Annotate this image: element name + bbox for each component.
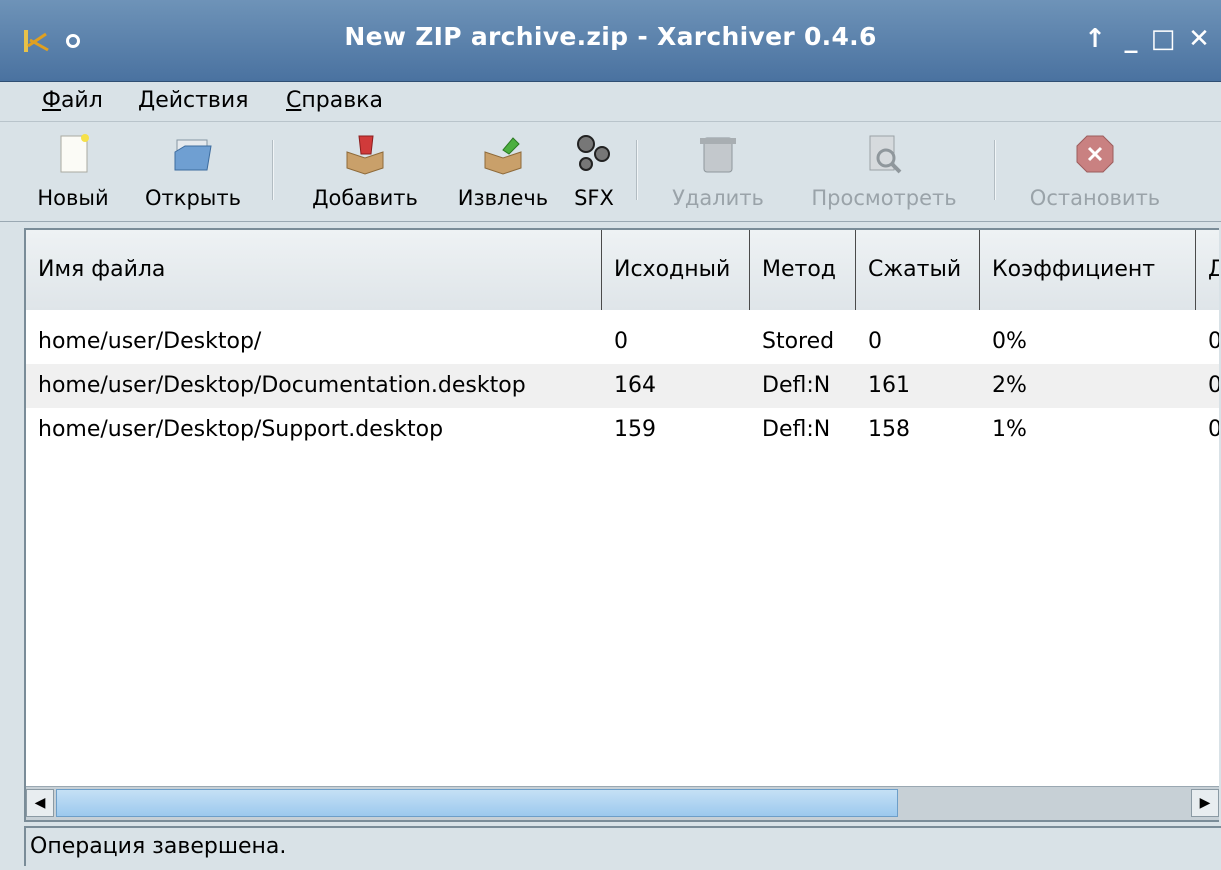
cell-name: home/user/Desktop/Documentation.desktop [38,373,526,398]
sfx-button[interactable]: SFX [568,128,620,216]
add-button[interactable]: Добавить [296,128,434,216]
cell-extra: 0 [1196,408,1219,452]
window-title: New ZIP archive.zip - Xarchiver 0.4.6 [344,22,877,51]
title-bar: New ZIP archive.zip - Xarchiver 0.4.6 ↑ … [0,0,1221,82]
status-bar: Операция завершена. [24,826,1221,866]
view-button[interactable]: Просмотреть [786,128,982,216]
view-icon [869,135,902,174]
open-folder-icon [174,139,212,171]
open-button[interactable]: Открыть [130,128,256,216]
delete-icon [700,137,736,173]
cell-ratio: 1% [992,417,1027,442]
cell-original: 164 [614,373,656,398]
add-to-archive-icon [346,135,384,175]
arrow-up-icon[interactable]: ↑ [1080,24,1110,54]
cell-extra: 0 [1196,320,1219,364]
stop-icon [1076,135,1114,173]
new-button[interactable]: Новый [26,128,120,216]
toolbar: Новый Открыть Добавить Извлечь SFX Удали… [0,122,1221,222]
menu-bar: Файл Действия Справка [0,82,1221,122]
horizontal-scrollbar[interactable]: ◀ ▶ [26,786,1219,820]
extract-button[interactable]: Извлечь [444,128,562,216]
close-icon[interactable]: ✕ [1184,24,1214,54]
column-header-name[interactable]: Имя файла [26,230,602,310]
cell-compressed: 161 [868,373,910,398]
cell-name: home/user/Desktop/Support.desktop [38,417,444,442]
cell-method: Defl:N [762,373,831,398]
column-header-method[interactable]: Метод [750,230,856,310]
cell-compressed: 0 [868,329,882,354]
extract-from-archive-icon [484,137,522,175]
scrollbar-thumb[interactable] [56,789,898,817]
cell-method: Defl:N [762,417,831,442]
toolbar-separator [636,140,638,200]
cell-original: 0 [614,329,628,354]
maximize-icon[interactable]: □ [1148,24,1178,54]
column-header-original[interactable]: Исходный [602,230,750,310]
stop-button[interactable]: Остановить [1012,128,1178,216]
scroll-right-icon[interactable]: ▶ [1191,789,1219,817]
column-header-extra[interactable]: Д [1196,230,1219,310]
table-row[interactable]: home/user/Desktop/Documentation.desktop … [26,364,1219,408]
toolbar-separator [994,140,996,200]
cell-ratio: 2% [992,373,1027,398]
list-header: Имя файла Исходный Метод Сжатый Коэффици… [26,230,1219,310]
column-header-compressed[interactable]: Сжатый [856,230,980,310]
new-document-icon [60,134,89,173]
menu-help[interactable]: Справка [286,88,383,113]
minimize-icon[interactable]: _ [1116,24,1146,54]
cell-compressed: 158 [868,417,910,442]
table-row[interactable]: home/user/Desktop/Support.desktop 159 De… [26,408,1219,452]
cell-name: home/user/Desktop/ [38,329,262,354]
gears-icon [577,135,610,171]
cell-original: 159 [614,417,656,442]
column-header-ratio[interactable]: Коэффициент [980,230,1196,310]
toolbar-separator [272,140,274,200]
cell-extra: 0 [1196,364,1219,408]
delete-button[interactable]: Удалить [656,128,780,216]
file-list[interactable]: Имя файла Исходный Метод Сжатый Коэффици… [24,228,1219,822]
cell-ratio: 0% [992,329,1027,354]
menu-actions[interactable]: Действия [138,88,248,113]
cell-method: Stored [762,329,835,354]
menu-file[interactable]: Файл [42,88,103,113]
scroll-left-icon[interactable]: ◀ [26,789,54,817]
table-row[interactable]: home/user/Desktop/ 0 Stored 0 0% 0 [26,320,1219,364]
